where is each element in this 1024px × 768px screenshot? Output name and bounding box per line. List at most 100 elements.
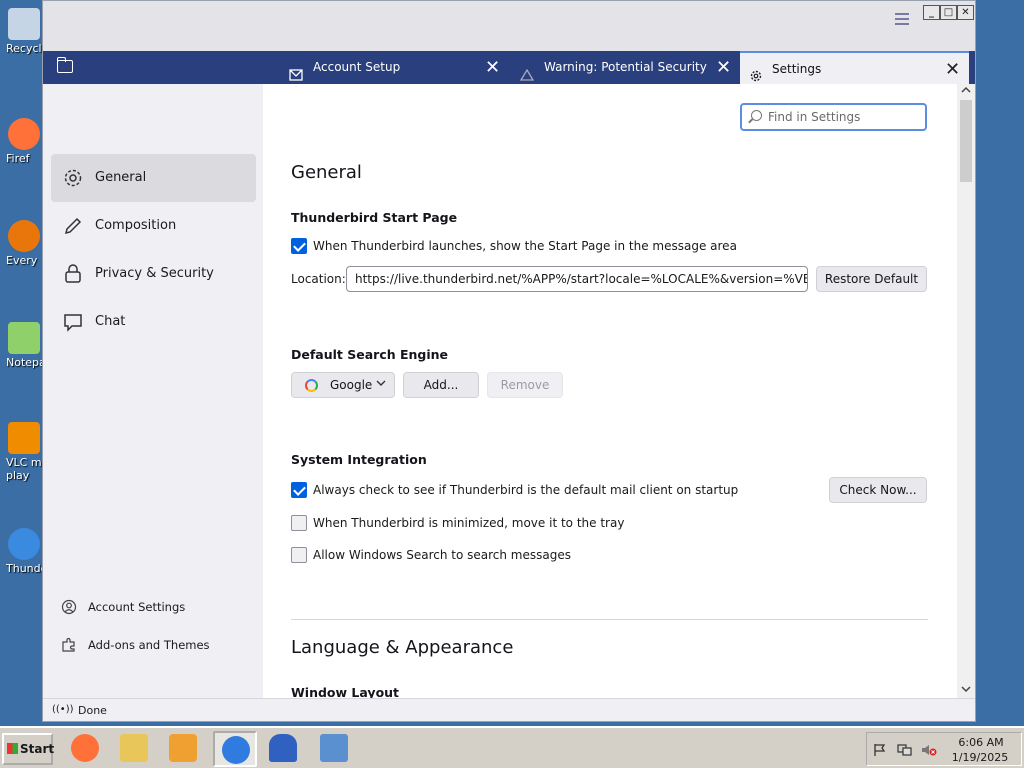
chat-icon [62,311,84,333]
start-label: Start [20,742,55,756]
desktop-icon-everything[interactable]: Every [0,220,44,267]
start-button[interactable]: Start [2,733,55,765]
desktop-icon-notepad[interactable]: Notepa [0,322,44,369]
checkbox-label: Allow Windows Search to search messages [313,548,571,562]
checkbox-label: When Thunderbird launches, show the Star… [313,239,737,253]
volume-muted-icon[interactable] [921,743,937,757]
sidebar-item-label: Composition [95,218,177,233]
sidebar-item-privacy-security[interactable]: Privacy & Security [51,250,256,298]
desktop-icon-recycle-bin[interactable]: Recycl [0,8,44,55]
warning-icon [519,61,535,81]
checkbox-label: When Thunderbird is minimized, move it t… [313,516,625,530]
lock-icon [62,263,84,285]
search-input[interactable] [768,108,918,126]
restore-default-button[interactable]: Restore Default [816,266,927,292]
location-label: Location: [291,272,346,286]
vlc-icon [8,422,40,454]
status-bar: ((•)) Done [43,698,975,721]
page-title: General [291,162,362,183]
find-in-settings[interactable] [740,103,927,131]
sidebar-item-label: General [95,170,147,185]
search-engine-heading: Default Search Engine [291,347,449,362]
account-icon [61,599,77,615]
minimize-button[interactable]: _ [923,5,940,20]
status-text: Done [78,704,107,717]
flag-icon[interactable] [873,743,889,757]
app-menu-icon[interactable] [895,13,909,25]
sidebar-item-label: Privacy & Security [95,266,214,281]
gear-icon [749,63,763,82]
search-engine-dropdown[interactable]: Google [291,372,395,398]
maximize-button[interactable]: □ [940,5,957,20]
tab-strip: Account Setup ✕ Warning: Potential Secur… [43,51,975,84]
close-tab-icon[interactable]: ✕ [945,53,960,86]
settings-sidebar: General Composition Privacy & Security C… [43,84,263,698]
windows-search-checkbox[interactable] [291,547,307,563]
tab-label: Account Setup [313,60,401,74]
search-icon [751,110,762,121]
notepad-icon [8,322,40,354]
folder-icon[interactable] [57,57,73,73]
desktop-icon-label: VLC m play [6,456,42,482]
sidebar-item-general[interactable]: General [51,154,256,202]
language-appearance-title: Language & Appearance [291,637,514,658]
clock-date[interactable]: 1/19/2025 [947,751,1013,764]
gear-icon [62,167,84,189]
system-integration-heading: System Integration [291,452,427,467]
desktop-icon-label: Notepa [6,356,44,369]
sidebar-footer-label: Account Settings [88,600,186,614]
close-tab-icon[interactable]: ✕ [716,51,731,84]
window-layout-heading: Window Layout [291,685,400,698]
location-input[interactable]: https://live.thunderbird.net/%APP%/start… [346,266,808,292]
tray-checkbox[interactable] [291,515,307,531]
folder-icon [120,734,148,762]
app-icon [269,734,297,762]
check-now-button[interactable]: Check Now... [829,477,927,503]
taskbar-app-explorer[interactable] [113,731,157,767]
start-page-checkbox[interactable] [291,238,307,254]
sidebar-item-chat[interactable]: Chat [51,298,256,346]
taskbar-app-control-panel[interactable] [313,731,357,767]
network-icon[interactable] [897,743,913,757]
tab-settings[interactable]: Settings ✕ [740,51,969,84]
taskbar-app-firefox[interactable] [64,731,108,767]
tab-label: Warning: Potential Security Risk Ah [544,60,709,74]
puzzle-icon [61,637,77,653]
taskbar-app-thunderbird[interactable] [213,731,257,767]
tab-account-setup[interactable]: Account Setup ✕ [289,51,502,84]
desktop-icon-label: Recycl [6,42,42,55]
everything-icon [8,220,40,252]
scroll-up-icon[interactable] [961,86,971,96]
control-panel-icon [320,734,348,762]
windows-logo-icon [7,743,18,754]
desktop-icon-vlc[interactable]: VLC m play [0,422,44,482]
envelope-icon [289,61,303,81]
close-window-button[interactable]: ✕ [957,5,974,20]
search-engine-value: Google [330,378,373,392]
sidebar-item-composition[interactable]: Composition [51,202,256,250]
start-page-heading: Thunderbird Start Page [291,210,458,225]
chevron-down-icon [376,372,386,396]
scrollbar-thumb[interactable] [960,100,972,182]
remove-search-engine-button[interactable]: Remove [487,372,563,398]
checkbox-label: Always check to see if Thunderbird is th… [313,483,739,497]
desktop-icon-firefox[interactable]: Firef [0,118,44,165]
close-tab-icon[interactable]: ✕ [485,51,500,84]
tab-security-warning[interactable]: Warning: Potential Security Risk Ah ✕ [519,51,731,84]
default-client-checkbox[interactable] [291,482,307,498]
desktop-icon-thunderbird[interactable]: Thunde [0,528,44,575]
vertical-scrollbar[interactable] [957,84,975,698]
sidebar-item-label: Chat [95,314,126,329]
taskbar-app-media-player[interactable] [162,731,206,767]
clock-time[interactable]: 6:06 AM [951,736,1011,749]
scroll-down-icon[interactable] [961,685,971,695]
title-bar[interactable]: _ □ ✕ [43,1,975,51]
desktop-icon-label: Thunde [6,562,44,575]
system-tray: 6:06 AM 1/19/2025 [866,732,1022,766]
recycle-bin-icon [8,8,40,40]
taskbar-app-unknown[interactable] [262,731,306,767]
desktop-icon-label: Firef [6,152,30,165]
add-search-engine-button[interactable]: Add... [403,372,479,398]
firefox-icon [8,118,40,150]
google-icon [305,379,318,392]
